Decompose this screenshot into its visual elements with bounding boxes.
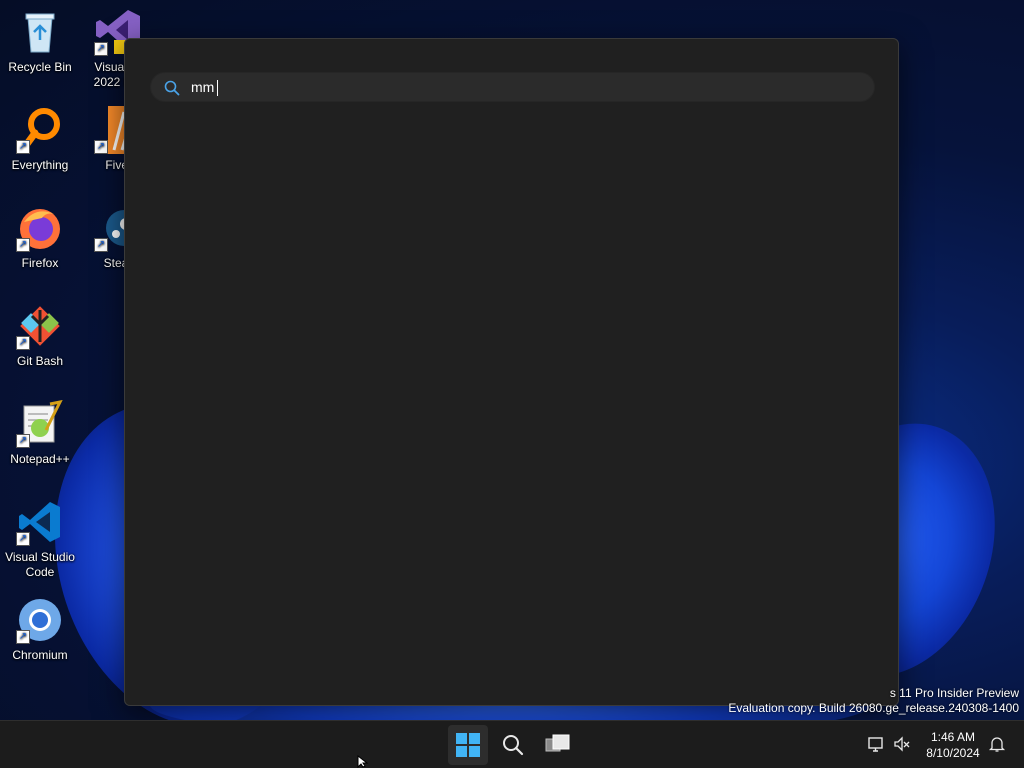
- desktop-icon-git-bash[interactable]: ↗ Git Bash: [0, 302, 80, 369]
- chromium-icon: ↗: [16, 596, 64, 644]
- desktop-icon-label-line2: Code: [25, 565, 55, 579]
- volume-muted-icon[interactable]: [893, 735, 911, 753]
- git-bash-icon: ↗: [16, 302, 64, 350]
- task-view-icon: [545, 734, 570, 752]
- shortcut-arrow-icon: ↗: [16, 140, 30, 154]
- firefox-icon: ↗: [16, 204, 64, 252]
- search-icon: [503, 735, 524, 756]
- desktop-icon-firefox[interactable]: ↗ Firefox: [0, 204, 80, 271]
- clock-time: 1:46 AM: [930, 730, 976, 744]
- shortcut-arrow-icon: ↗: [16, 238, 30, 252]
- taskbar-search-button[interactable]: [493, 725, 533, 765]
- shortcut-arrow-icon: ↗: [94, 238, 108, 252]
- text-caret: [217, 80, 218, 96]
- task-view-button[interactable]: [537, 725, 577, 765]
- launcher-search-box[interactable]: [150, 72, 875, 102]
- desktop-icon-label: Git Bash: [16, 354, 64, 368]
- desktop-icon-label: Recycle Bin: [8, 60, 72, 74]
- desktop-icon-notepadpp[interactable]: ↗ Notepad++: [0, 399, 80, 467]
- launcher-search-input[interactable]: [191, 77, 861, 97]
- clock-date: 8/10/2024: [926, 746, 980, 760]
- windows-logo-icon: [456, 733, 480, 757]
- taskbar: 1:46 AM 8/10/2024: [0, 720, 1024, 768]
- windows-watermark: s 11 Pro Insider Preview Evaluation copy…: [728, 686, 1019, 716]
- recycle-bin-icon: [16, 8, 64, 56]
- desktop-icon-label: Firefox: [21, 256, 59, 270]
- watermark-line2: Evaluation copy. Build 26080.ge_release.…: [728, 701, 1019, 715]
- shortcut-arrow-icon: ↗: [16, 434, 30, 448]
- shortcut-arrow-icon: ↗: [16, 532, 30, 546]
- notification-bell-icon[interactable]: [988, 735, 1006, 753]
- desktop-icon-recycle-bin[interactable]: Recycle Bin: [0, 8, 80, 75]
- launcher-window: [124, 38, 899, 706]
- desktop-icon-label: Everything: [11, 158, 69, 172]
- desktop-icon-label-line1: Visual Studio: [5, 550, 75, 564]
- search-icon: [164, 80, 180, 96]
- desktop-icon-label: Notepad++: [10, 452, 70, 466]
- network-icon[interactable]: [867, 735, 885, 753]
- watermark-line1: s 11 Pro Insider Preview: [889, 686, 1019, 700]
- start-button[interactable]: [448, 725, 488, 765]
- shortcut-arrow-icon: ↗: [16, 336, 30, 350]
- shortcut-arrow-icon: ↗: [94, 42, 108, 56]
- shortcut-arrow-icon: ↗: [94, 140, 108, 154]
- shortcut-arrow-icon: ↗: [16, 630, 30, 644]
- system-clock[interactable]: 1:46 AM 8/10/2024: [918, 729, 988, 761]
- everything-icon: ↗: [16, 106, 64, 154]
- desktop-icon-everything[interactable]: ↗ Everything: [0, 106, 80, 173]
- desktop-icon-chromium[interactable]: ↗ Chromium: [0, 596, 80, 663]
- desktop-icon-label: Chromium: [12, 648, 68, 662]
- notepadpp-icon: ↗: [16, 399, 64, 448]
- desktop-icon-vscode[interactable]: ↗ Visual Studio Code: [0, 498, 80, 580]
- vscode-icon: ↗: [16, 498, 64, 546]
